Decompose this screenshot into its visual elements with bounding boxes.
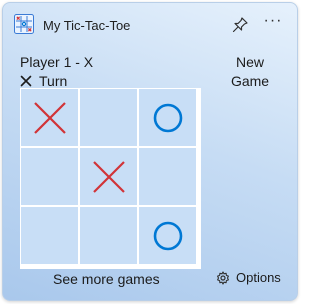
o-mark-icon: [153, 221, 182, 250]
board-cell[interactable]: [21, 89, 78, 146]
pin-icon[interactable]: [231, 16, 249, 34]
new-game-label-line1: New: [235, 54, 264, 70]
x-mark-icon: [33, 101, 66, 134]
app-title: My Tic-Tac-Toe: [43, 18, 131, 33]
options-label: Options: [236, 270, 281, 285]
board-cell[interactable]: [21, 207, 78, 264]
x-mark-icon: [92, 160, 125, 193]
board-cell[interactable]: [139, 207, 196, 264]
more-options-button[interactable]: ···: [261, 13, 285, 33]
new-game-label-line2: Game: [230, 73, 270, 89]
current-player-label: Player 1 - X: [20, 54, 94, 70]
o-mark-icon: [153, 103, 182, 132]
board-cell[interactable]: [21, 148, 78, 205]
tic-tac-toe-icon: [14, 14, 34, 34]
board-cell[interactable]: [139, 148, 196, 205]
turn-label: Turn: [39, 73, 68, 89]
board-cell[interactable]: [80, 89, 137, 146]
x-turn-icon: [20, 75, 32, 87]
board-cell[interactable]: [80, 148, 137, 205]
game-board: [20, 88, 201, 269]
new-game-button[interactable]: New Game: [213, 53, 287, 91]
options-button[interactable]: Options: [216, 270, 281, 285]
board-cell[interactable]: [139, 89, 196, 146]
gear-icon: [217, 270, 229, 285]
tic-tac-toe-widget: My Tic-Tac-Toe ··· Player 1 - X Turn New…: [2, 2, 298, 301]
board-cell[interactable]: [80, 207, 137, 264]
see-more-games-link[interactable]: See more games: [53, 271, 160, 287]
